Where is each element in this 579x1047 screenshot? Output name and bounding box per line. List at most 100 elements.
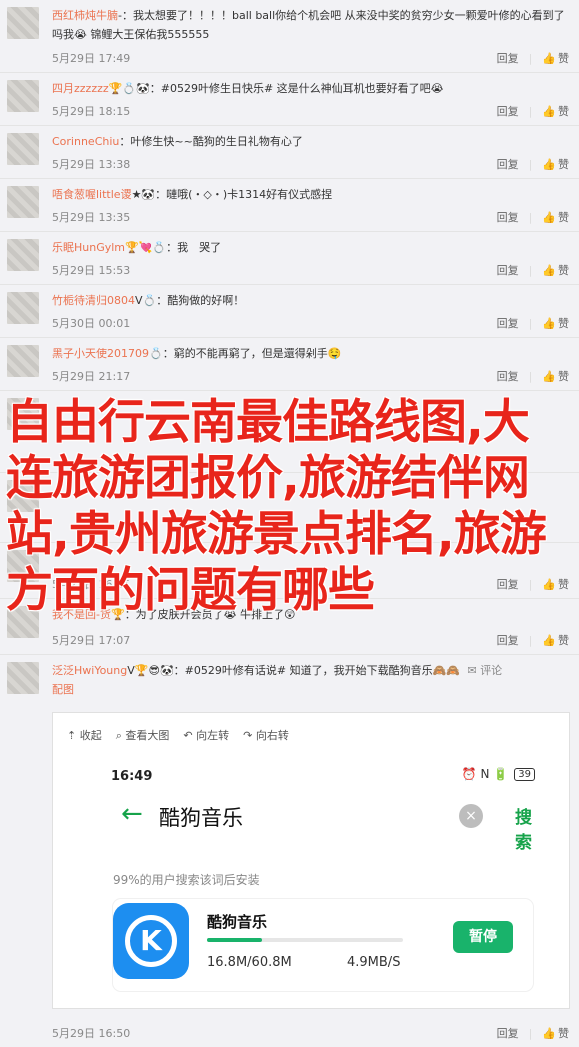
like-button[interactable]: 👍 赞	[542, 103, 569, 119]
rotate-left-icon: ↶	[183, 729, 197, 742]
thumb-up-icon: 👍	[542, 1027, 556, 1040]
like-button[interactable]: 👍 赞	[542, 209, 569, 225]
reply-button[interactable]: 回复	[497, 103, 519, 119]
user-medals: ★🐼	[131, 188, 156, 201]
comment-time: 5月30日 00:01	[52, 317, 131, 330]
comment-body: 竹栀待清归0804V💍：酷狗做的好啊！	[52, 291, 569, 310]
comment-user[interactable]: 四月zzzzzz	[52, 82, 109, 95]
search-input[interactable]: 酷狗音乐	[159, 802, 243, 832]
comment-text: ：我 哭了	[166, 241, 222, 254]
avatar[interactable]	[7, 239, 39, 271]
like-button[interactable]: 👍 赞	[542, 315, 569, 331]
collapse-button[interactable]: ⇡ 收起	[67, 727, 102, 743]
avatar[interactable]	[7, 186, 39, 218]
reply-button[interactable]: 回复	[497, 315, 519, 331]
comment-meta: 5月29日 17:07 回复 | 👍 赞	[52, 632, 569, 648]
thumb-up-icon: 👍	[542, 158, 556, 171]
comment-time: 5月29日 17:07	[52, 634, 131, 647]
comment-meta: 5月29日 13:38 回复 | 👍 赞	[52, 156, 569, 172]
avatar[interactable]	[7, 606, 39, 638]
comment-meta: 5月29日 15:53 回复 | 👍 赞	[52, 262, 569, 278]
back-arrow-icon[interactable]: ←	[121, 797, 143, 831]
comment-time: 5月29日 13:38	[52, 158, 131, 171]
comment-user[interactable]: 黑子小天使201709	[52, 347, 149, 360]
image-toolbar: ⇡ 收起 ⌕ 查看大图 ↶ 向左转 ↷ 向右转	[67, 727, 289, 743]
avatar[interactable]	[7, 662, 39, 694]
avatar[interactable]	[7, 398, 39, 430]
like-button[interactable]: 👍 赞	[542, 576, 569, 592]
avatar[interactable]	[7, 80, 39, 112]
thumb-up-icon: 👍	[542, 52, 556, 65]
avatar[interactable]	[7, 292, 39, 324]
comment-item: 四月zzzzzz🏆💍🐼：#0529叶修生日快乐# 这是什么神仙耳机也要好看了吧😭…	[0, 73, 579, 126]
user-medals: V💍	[135, 294, 157, 307]
comment-body: 黑子小天使201709💍：窮的不能再窮了，但是還得剁手🤤	[52, 344, 569, 363]
kugou-app-icon: K	[113, 903, 189, 979]
image-link[interactable]: 配图	[52, 683, 74, 696]
avatar[interactable]	[7, 133, 39, 165]
reply-button[interactable]: 回复	[497, 50, 519, 66]
reply-button[interactable]: 回复	[497, 209, 519, 225]
like-button[interactable]: 👍 赞	[542, 262, 569, 278]
attached-image[interactable]: ⇡ 收起 ⌕ 查看大图 ↶ 向左转 ↷ 向右转 16:49 ⏰ N 🔋 39 ←…	[52, 712, 570, 1009]
reply-button[interactable]: 回复	[497, 368, 519, 384]
comment-time: 5月29日 16:50	[52, 1027, 131, 1040]
comment-action[interactable]: ✉ 评论	[467, 664, 502, 677]
user-medals: 💍	[149, 347, 163, 360]
like-button[interactable]: 👍 赞	[542, 1025, 569, 1041]
download-size: 16.8M/60.8M	[207, 955, 292, 970]
reply-button[interactable]: 回复	[497, 576, 519, 592]
comment-item: 西红柿炖牛腩-：我太想要了！！！！ball ball你给个机会吧 从来没中奖的贫…	[0, 0, 579, 73]
comment-user[interactable]: 我不是回-货	[52, 608, 111, 621]
comment-body: 四月zzzzzz🏆💍🐼：#0529叶修生日快乐# 这是什么神仙耳机也要好看了吧😭	[52, 79, 569, 98]
thumb-up-icon: 👍	[542, 317, 556, 330]
clear-icon[interactable]: ×	[459, 804, 483, 828]
avatar[interactable]	[7, 7, 39, 39]
reply-button[interactable]: 回复	[497, 262, 519, 278]
comment-meta: 5月29日 21:17 回复 | 👍 赞	[52, 368, 569, 384]
rotate-left-button[interactable]: ↶ 向左转	[183, 727, 229, 743]
comment-text: ：为了皮肤开会员了😭 牛排上了😲	[124, 608, 296, 621]
like-button[interactable]: 👍 赞	[542, 156, 569, 172]
comment-user[interactable]: 竹栀待清归0804	[52, 294, 135, 307]
install-hint: 99%的用户搜索该词后安装	[113, 873, 260, 887]
comment-item: 唔食葱喔little谡★🐼：嗹哦(・◇・)卡1314好有仪式感捏 5月29日 1…	[0, 179, 579, 232]
like-button[interactable]: 👍 赞	[542, 632, 569, 648]
comment-body: 西红柿炖牛腩-：我太想要了！！！！ball ball你给个机会吧 从来没中奖的贫…	[52, 6, 569, 44]
comment-user[interactable]: 泛泛HwiYoung	[52, 664, 127, 677]
comment-meta: 5月29日 17:49 回复 | 👍 赞	[52, 50, 569, 66]
comment-item	[0, 391, 579, 473]
pause-button[interactable]: 暂停	[453, 921, 513, 953]
reply-button[interactable]: 回复	[497, 1025, 519, 1041]
thumb-up-icon: 👍	[542, 105, 556, 118]
comment-user[interactable]: CorinneChiu	[52, 135, 119, 148]
reply-button[interactable]: 回复	[497, 632, 519, 648]
avatar[interactable]	[7, 550, 39, 582]
user-medals: 🏆	[110, 608, 125, 621]
rotate-right-icon: ↷	[243, 729, 256, 742]
comment-user[interactable]: 西红柿炖牛腩	[52, 9, 118, 22]
comment-user[interactable]: 唔食葱喔little谡	[52, 188, 132, 201]
comment-body: 乐眠HunGylm🏆💘💍：我 哭了	[52, 238, 569, 257]
download-progress	[207, 938, 403, 942]
comment-text: ：窮的不能再窮了，但是還得剁手🤤	[162, 347, 342, 360]
status-time: 16:49	[111, 769, 153, 784]
rotate-right-button[interactable]: ↷ 向右转	[243, 727, 289, 743]
comment-text: ：酷狗做的好啊！	[156, 294, 245, 307]
view-large-button[interactable]: ⌕ 查看大图	[116, 727, 170, 743]
avatar[interactable]	[7, 345, 39, 377]
comment-user[interactable]: 乐眠HunGylm	[52, 241, 125, 254]
thumb-up-icon: 👍	[542, 370, 556, 383]
avatar[interactable]	[7, 480, 39, 512]
like-button[interactable]: 👍 赞	[542, 368, 569, 384]
search-button[interactable]: 搜索	[515, 803, 543, 853]
collapse-icon: ⇡	[67, 729, 80, 742]
comment-text: ：#0529叶修有话说# 知道了，我开始下载酷狗音乐🙈🙈	[173, 664, 460, 677]
app-name: 酷狗音乐	[207, 913, 268, 931]
like-button[interactable]: 👍 赞	[542, 50, 569, 66]
reply-button[interactable]: 回复	[497, 156, 519, 172]
thumb-up-icon: 👍	[542, 211, 556, 224]
user-medals: 🏆💍🐼	[108, 82, 150, 95]
user-medals: V🏆😎🐼	[127, 664, 174, 677]
comment-time: 5月29日 18:15	[52, 105, 131, 118]
